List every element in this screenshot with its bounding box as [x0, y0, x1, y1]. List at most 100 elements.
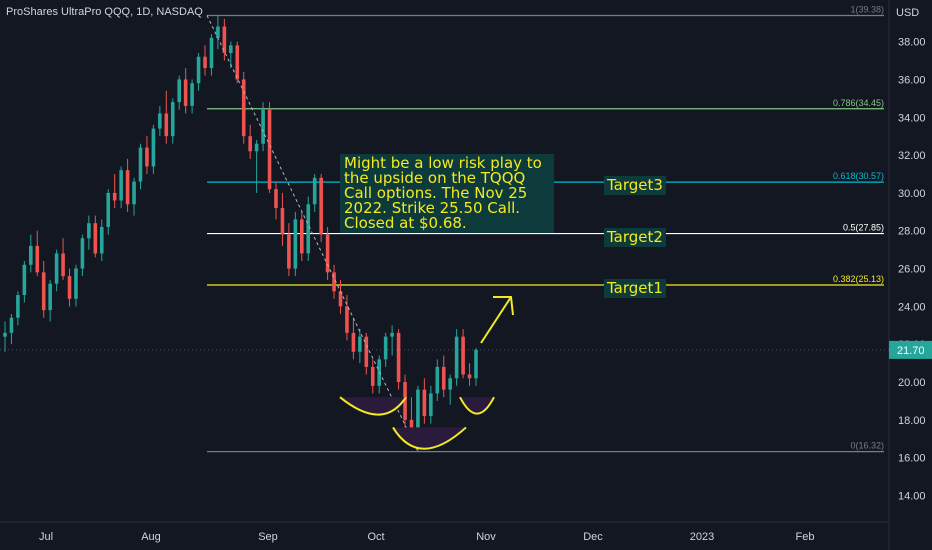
- candle-body: [267, 109, 272, 190]
- symbol-title: ProShares UltraPro QQQ, 1D, NASDAQ: [6, 6, 203, 18]
- candle-body: [280, 208, 285, 235]
- candle-body: [190, 83, 194, 106]
- candle-body: [138, 147, 143, 182]
- candle-body: [132, 181, 136, 205]
- candle-body: [3, 332, 7, 337]
- candle-body: [151, 128, 156, 167]
- y-tick-label: 36.00: [898, 74, 926, 86]
- candle-body: [16, 295, 20, 318]
- candle-body: [467, 374, 472, 379]
- candle-body: [312, 177, 317, 205]
- candle-body: [351, 332, 356, 352]
- candle-body: [416, 389, 420, 432]
- candle-body: [9, 317, 14, 333]
- candle-body: [80, 238, 85, 269]
- y-tick-label: 38.00: [898, 37, 926, 49]
- candle-body: [35, 245, 40, 273]
- candle-body: [87, 223, 91, 239]
- candle-body: [261, 109, 265, 144]
- candle-body: [422, 389, 427, 417]
- candle-body: [325, 234, 330, 273]
- candle-body: [67, 276, 72, 299]
- target1-label: Target1: [604, 279, 666, 298]
- fib-level-label: 0.5(27.85): [843, 223, 884, 233]
- y-tick-label: 20.00: [898, 377, 926, 389]
- analysis-note: Might be a low risk play to the upside o…: [340, 154, 554, 233]
- x-tick-label: Jul: [39, 531, 53, 543]
- y-tick-label: 28.00: [898, 226, 926, 238]
- y-tick-label: 32.00: [898, 150, 926, 162]
- fib-level-label: 0.786(34.45): [833, 98, 884, 108]
- candle-body: [306, 204, 311, 254]
- candle-body: [474, 349, 478, 379]
- y-tick-label: 14.00: [898, 491, 926, 503]
- candle-body: [345, 306, 349, 333]
- candle-body: [390, 332, 394, 337]
- candle-body: [441, 366, 446, 390]
- candle-body: [48, 283, 52, 311]
- candle-body: [145, 147, 149, 167]
- chart-background: [0, 0, 932, 550]
- candle-body: [93, 223, 98, 254]
- x-tick-label: Feb: [796, 531, 815, 543]
- candle-body: [196, 56, 201, 84]
- fib-level-label: 0(16.32): [850, 441, 884, 451]
- candle-body: [203, 56, 207, 69]
- candle-body: [125, 170, 130, 205]
- candle-body: [74, 268, 78, 299]
- candle-body: [119, 170, 123, 201]
- candle-body: [54, 253, 59, 284]
- candle-body: [170, 102, 175, 137]
- x-tick-label: Nov: [476, 531, 496, 543]
- candle-body: [370, 366, 375, 386]
- candle-body: [164, 113, 169, 137]
- candle-body: [248, 136, 252, 152]
- x-tick-label: 2023: [690, 531, 714, 543]
- candle-body: [454, 336, 459, 379]
- candle-body: [435, 366, 440, 394]
- candle-body: [274, 189, 278, 209]
- target2-label: Target2: [604, 228, 666, 247]
- candle-body: [396, 332, 401, 383]
- candle-body: [299, 219, 304, 254]
- candle-body: [22, 264, 27, 296]
- candle-body: [287, 234, 291, 269]
- candle-body: [112, 192, 117, 201]
- currency-label: USD: [896, 7, 919, 19]
- candle-body: [358, 336, 362, 352]
- x-tick-label: Aug: [141, 531, 161, 543]
- candle-body: [209, 37, 214, 69]
- candle-body: [461, 336, 465, 375]
- candle-body: [61, 253, 65, 277]
- candle-body: [216, 26, 220, 38]
- candle-body: [429, 393, 433, 417]
- y-tick-label: 18.00: [898, 415, 926, 427]
- x-tick-label: Sep: [258, 531, 278, 543]
- x-tick-label: Dec: [583, 531, 603, 543]
- y-tick-label: 34.00: [898, 112, 926, 124]
- y-tick-label: 24.00: [898, 301, 926, 313]
- fib-level-label: 0.382(25.13): [833, 274, 884, 284]
- candle-body: [229, 45, 233, 53]
- price-chart[interactable]: 14.0016.0018.0020.0022.0024.0026.0028.00…: [0, 0, 932, 550]
- candle-body: [177, 79, 182, 103]
- candle-body: [41, 272, 46, 311]
- y-tick-label: 30.00: [898, 188, 926, 200]
- fib-level-label: 0.618(30.57): [833, 171, 884, 181]
- candle-body: [319, 177, 323, 235]
- candle-body: [99, 226, 104, 254]
- candle-body: [254, 143, 259, 152]
- candle-body: [448, 378, 452, 390]
- candle-body: [158, 113, 162, 129]
- candle-body: [183, 79, 188, 106]
- candle-body: [235, 45, 240, 80]
- candle-body: [29, 245, 33, 265]
- y-tick-label: 26.00: [898, 264, 926, 276]
- x-tick-label: Oct: [367, 531, 384, 543]
- candle-body: [106, 192, 111, 227]
- last-price-value: 21.70: [897, 345, 925, 357]
- target3-label: Target3: [604, 176, 666, 195]
- candle-body: [383, 336, 388, 360]
- candle-body: [293, 219, 298, 269]
- y-tick-label: 16.00: [898, 453, 926, 465]
